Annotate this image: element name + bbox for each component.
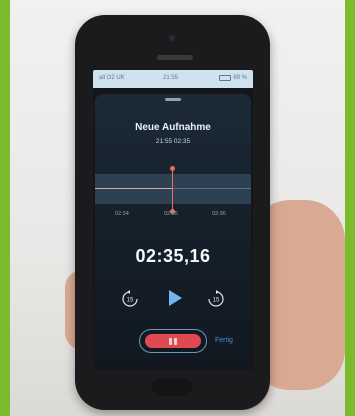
waveform-remaining	[172, 188, 251, 189]
play-icon	[169, 290, 182, 306]
tick-label: 02:35	[164, 211, 178, 217]
status-bar: all O2 UK 21:55 69 %	[93, 70, 253, 88]
waveform[interactable]	[95, 174, 251, 204]
elapsed-time: 02:35,16	[135, 246, 211, 266]
earpiece	[157, 55, 193, 60]
play-button[interactable]	[162, 286, 186, 310]
done-button[interactable]: Fertig	[215, 337, 249, 344]
phone-screen: all O2 UK 21:55 69 % Neue Aufnahme 21:55…	[93, 70, 253, 370]
pause-icon-bar	[169, 337, 172, 345]
battery-label: 69 %	[233, 75, 247, 81]
skip-forward-button[interactable]: 15	[207, 290, 225, 308]
battery-icon	[219, 75, 231, 81]
home-button[interactable]	[152, 378, 192, 396]
tick-label: 02:34	[115, 211, 129, 217]
sheet-grabber[interactable]	[165, 98, 181, 101]
recording-meta: 21:55 02:35	[155, 138, 191, 145]
timeline-ruler: 02:34 02:35 02:36	[95, 206, 251, 226]
recording-sheet: Neue Aufnahme 21:55 02:35 02:34 02:35 02…	[95, 94, 251, 370]
status-time: 21:55	[163, 75, 179, 81]
skip-forward-value: 15	[213, 298, 220, 304]
skip-back-icon: 15	[122, 290, 138, 307]
pause-icon-bar	[174, 337, 177, 345]
skip-back-button[interactable]: 15	[121, 290, 139, 308]
skip-back-value: 15	[127, 298, 134, 304]
tick-label: 02:36	[212, 211, 226, 217]
pause-button[interactable]	[145, 334, 201, 348]
front-camera	[169, 35, 175, 41]
recording-title[interactable]: Neue Aufnahme	[95, 122, 251, 133]
skip-forward-icon: 15	[208, 290, 224, 307]
playhead-top-dot	[170, 166, 175, 171]
carrier-label: all O2 UK	[99, 75, 125, 81]
waveform-recorded	[95, 188, 172, 189]
